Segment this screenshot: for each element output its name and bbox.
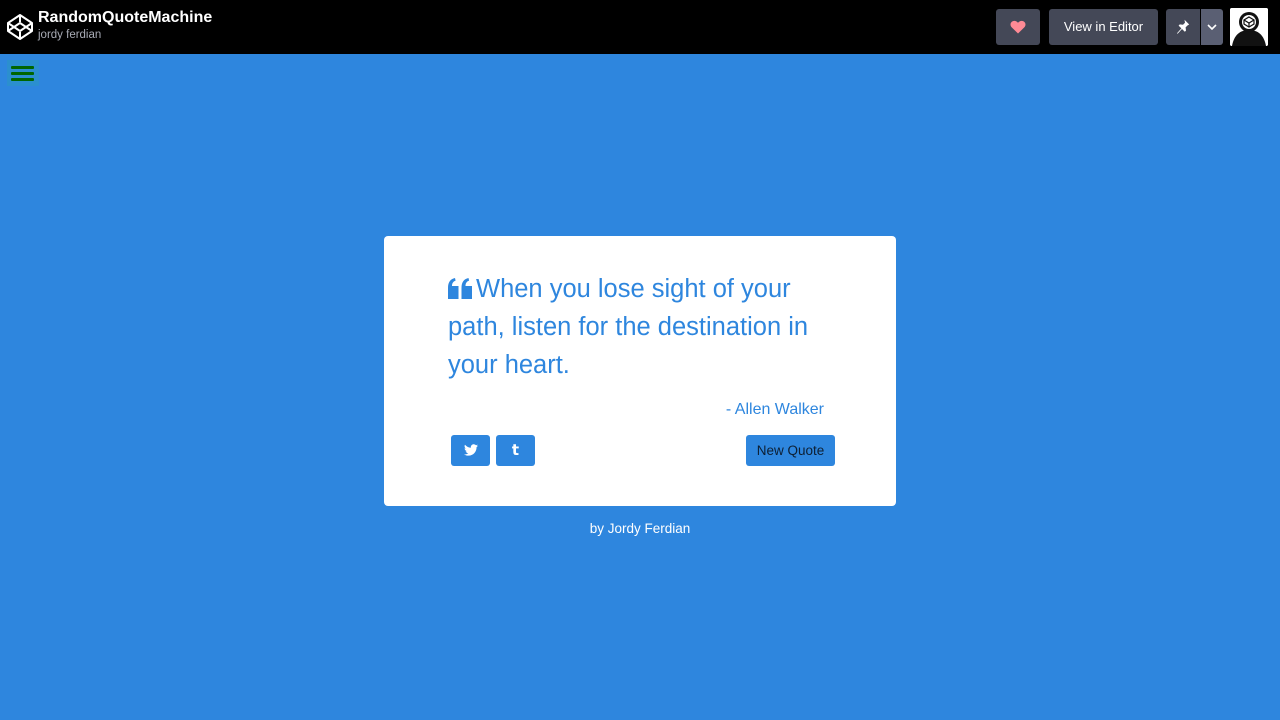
pin-icon [1177,19,1190,34]
quote-box: When you lose sight of your path, listen… [384,236,896,506]
quote-left-icon [448,278,472,299]
top-bar: RandomQuoteMachine jordy ferdian View in… [0,0,1280,54]
tumblr-quote-button[interactable]: t [496,435,535,466]
pen-title-block: RandomQuoteMachine jordy ferdian [38,8,212,42]
quote-text: When you lose sight of your path, listen… [448,275,809,379]
menu-toggle-button[interactable] [7,60,39,86]
heart-icon [1010,20,1026,34]
chevron-down-icon [1207,24,1217,30]
quote-text-block: When you lose sight of your path, listen… [448,270,838,384]
menu-icon-bar [11,72,34,75]
pin-button[interactable] [1166,9,1200,45]
pen-author[interactable]: jordy ferdian [38,28,212,42]
tumblr-icon: t [511,441,520,459]
view-in-editor-button[interactable]: View in Editor [1049,9,1158,45]
pin-dropdown-button[interactable] [1201,9,1223,45]
codepen-logo-icon[interactable] [6,13,34,41]
tweet-quote-button[interactable] [451,435,490,466]
like-button[interactable] [996,9,1040,45]
user-avatar[interactable] [1230,8,1268,46]
pen-title[interactable]: RandomQuoteMachine [38,8,212,28]
twitter-icon [464,444,478,456]
new-quote-button[interactable]: New Quote [746,435,835,466]
author-credit: by Jordy Ferdian [589,521,691,536]
menu-icon-bar [11,66,34,69]
menu-icon-bar [11,78,34,81]
avatar-image [1230,8,1268,46]
quote-author: - Allen Walker [725,401,824,418]
